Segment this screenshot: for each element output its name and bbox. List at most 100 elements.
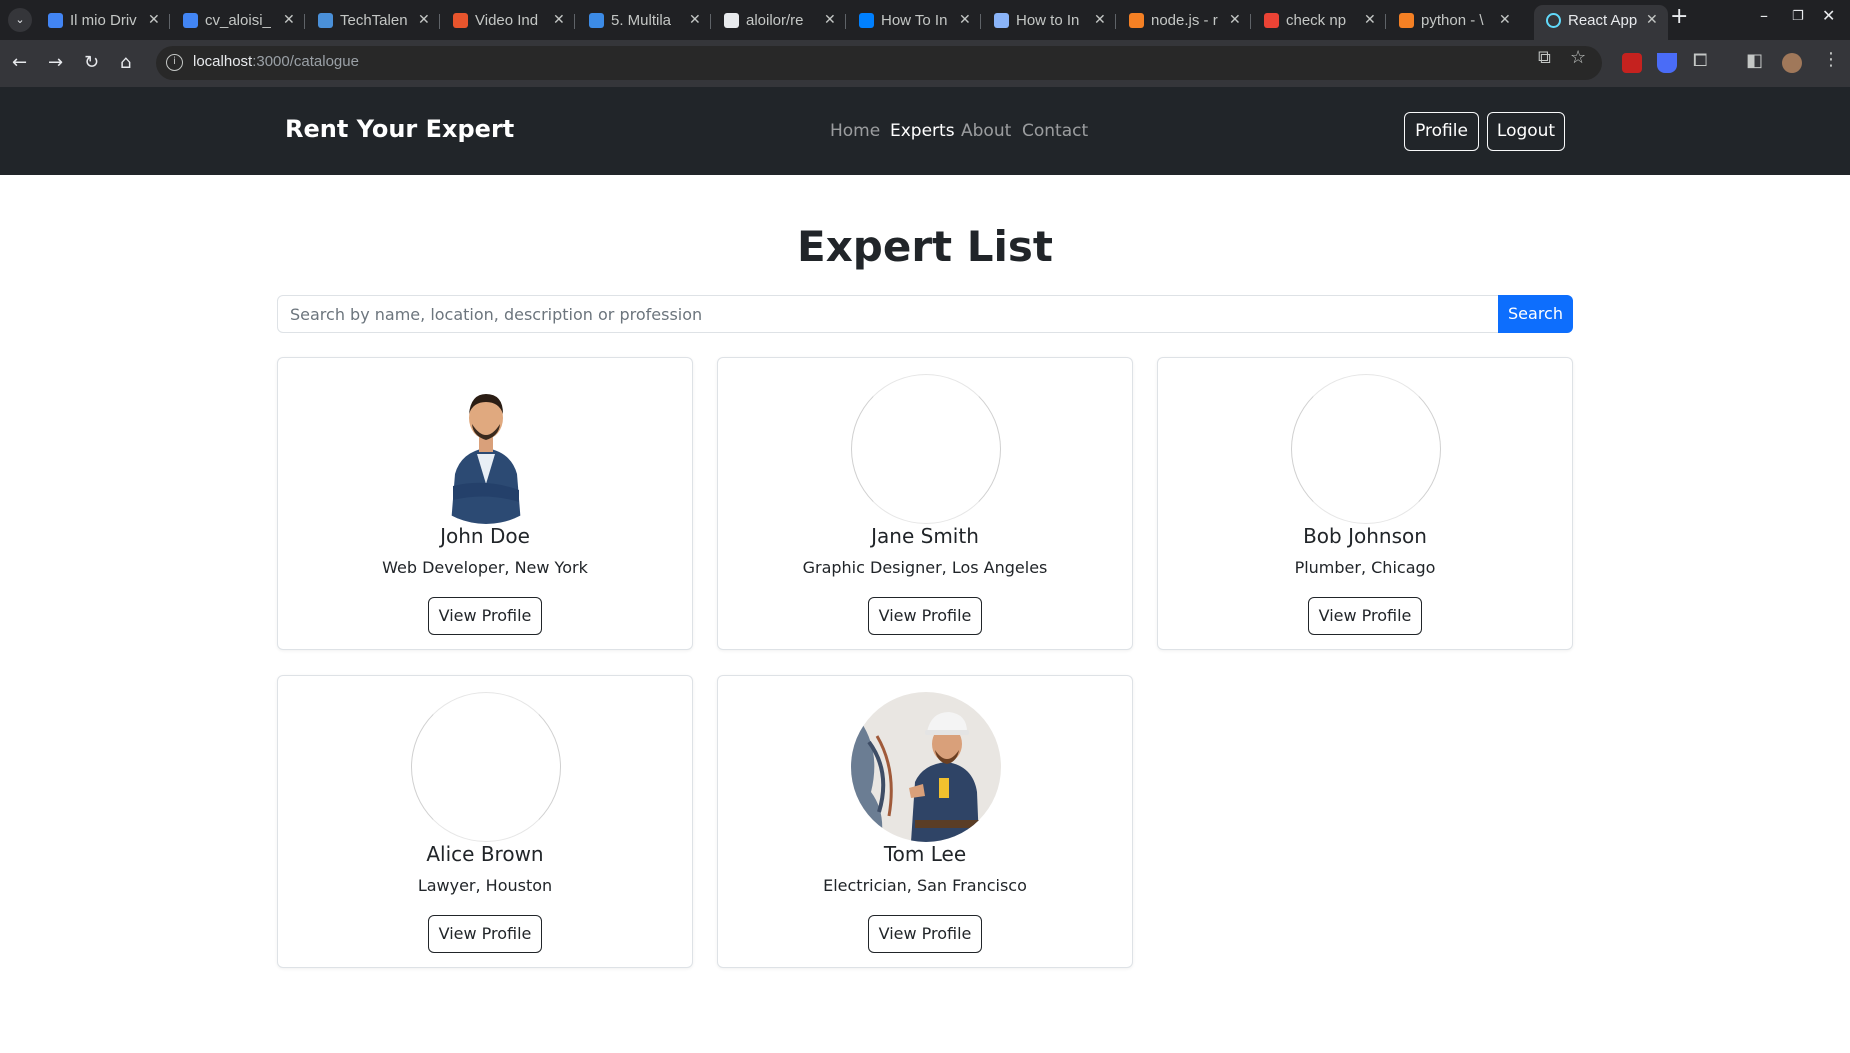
tab-divider [710, 14, 711, 29]
close-tab-icon[interactable]: ✕ [689, 5, 701, 36]
minimize-icon[interactable]: – [1760, 6, 1768, 25]
browser-tab[interactable]: How to In ✕ [982, 5, 1116, 36]
browser-tab[interactable]: TechTalen ✕ [306, 5, 440, 36]
browser-tab-bar: ⌄ Il mio Driv ✕ cv_aloisi_ ✕ TechTalen ✕ Video… [0, 0, 1850, 40]
maximize-icon[interactable]: ❐ [1792, 9, 1804, 24]
notes-icon [589, 13, 604, 28]
tab-title: Il mio Driv [70, 12, 137, 29]
expert-profession-location: Web Developer, New York [382, 558, 588, 577]
close-tab-icon[interactable]: ✕ [148, 5, 160, 36]
address-bar[interactable]: i localhost:3000/catalogue [156, 46, 1602, 80]
close-tab-icon[interactable]: ✕ [553, 5, 565, 36]
tab-search-icon[interactable]: ⌄ [8, 8, 32, 32]
tab-divider [1250, 14, 1251, 29]
close-tab-icon[interactable]: ✕ [1364, 5, 1376, 36]
view-profile-button[interactable]: View Profile [428, 915, 542, 953]
close-tab-icon[interactable]: ✕ [1229, 5, 1241, 36]
stackoverflow-icon [1399, 13, 1414, 28]
browser-tab[interactable]: 5. Multila ✕ [577, 5, 711, 36]
expert-photo [411, 692, 561, 842]
nav-link-home[interactable]: Home [830, 121, 880, 141]
logout-button[interactable]: Logout [1487, 112, 1565, 151]
expert-card: Jane Smith Graphic Designer, Los Angeles… [717, 357, 1133, 650]
tab-title: How to In [1016, 12, 1080, 29]
nav-link-about[interactable]: About [961, 121, 1011, 141]
close-tab-icon[interactable]: ✕ [283, 5, 295, 36]
close-window-icon[interactable]: ✕ [1822, 6, 1835, 25]
search-input[interactable] [277, 295, 1500, 333]
browser-tab[interactable]: Video Ind ✕ [441, 5, 575, 36]
browser-tab[interactable]: check np ✕ [1252, 5, 1386, 36]
laptop-icon [318, 13, 333, 28]
bitwarden-icon[interactable] [1657, 53, 1677, 73]
tab-divider [574, 14, 575, 29]
expert-photo [1291, 374, 1441, 524]
view-profile-button[interactable]: View Profile [868, 597, 982, 635]
user-avatar-icon[interactable] [1782, 53, 1802, 73]
site-info-icon[interactable]: i [166, 54, 183, 71]
back-icon[interactable]: ← [12, 52, 27, 73]
close-tab-icon[interactable]: ✕ [418, 5, 430, 36]
close-tab-icon[interactable]: ✕ [1646, 5, 1658, 36]
browser-tab[interactable]: How To In ✕ [847, 5, 981, 36]
expert-profession-location: Lawyer, Houston [417, 876, 553, 895]
close-tab-icon[interactable]: ✕ [1499, 5, 1511, 36]
tab-title: cv_aloisi_ [205, 12, 271, 29]
google-drive-icon [48, 13, 63, 28]
nav-link-contact[interactable]: Contact [1022, 121, 1088, 141]
chrome-menu-icon[interactable]: ⋮ [1822, 49, 1840, 70]
view-profile-button[interactable]: View Profile [868, 915, 982, 953]
react-icon [1546, 13, 1561, 28]
view-profile-button[interactable]: View Profile [1308, 597, 1422, 635]
browser-tab[interactable]: aloilor/re ✕ [712, 5, 846, 36]
install-app-icon[interactable]: ⧉ [1538, 47, 1551, 68]
expert-name: Bob Johnson [1303, 524, 1427, 548]
expert-profession-location: Plumber, Chicago [1294, 558, 1436, 577]
browser-tab[interactable]: Il mio Driv ✕ [36, 5, 170, 36]
forward-icon[interactable]: → [48, 52, 63, 73]
tab-title: How To In [881, 12, 948, 29]
browser-tab[interactable]: React App ✕ [1534, 5, 1668, 40]
close-tab-icon[interactable]: ✕ [959, 5, 971, 36]
close-tab-icon[interactable]: ✕ [824, 5, 836, 36]
expert-card: Alice Brown Lawyer, Houston View Profile [277, 675, 693, 968]
browser-tab[interactable]: cv_aloisi_ ✕ [171, 5, 305, 36]
expert-card: Bob Johnson Plumber, Chicago View Profil… [1157, 357, 1573, 650]
expert-name: Jane Smith [871, 524, 979, 548]
home-icon[interactable]: ⌂ [120, 52, 131, 73]
video-icon [453, 13, 468, 28]
profile-button[interactable]: Profile [1404, 112, 1479, 151]
tab-title: TechTalen [340, 12, 408, 29]
reload-icon[interactable]: ↻ [84, 52, 99, 73]
tab-divider [1385, 14, 1386, 29]
tab-divider [845, 14, 846, 29]
tab-divider [169, 14, 170, 29]
google-docs-icon [183, 13, 198, 28]
site-navbar: Rent Your Expert Home Experts About Cont… [0, 87, 1850, 175]
search-button[interactable]: Search [1498, 295, 1573, 333]
tab-divider [439, 14, 440, 29]
expert-card: John Doe Web Developer, New York View Pr… [277, 357, 693, 650]
digitalocean-icon [859, 13, 874, 28]
browser-tab[interactable]: node.js - r ✕ [1117, 5, 1251, 36]
extensions-puzzle-icon[interactable]: ⧠ [1693, 50, 1707, 71]
new-tab-button[interactable]: + [1670, 4, 1688, 29]
expert-name: Tom Lee [883, 842, 967, 866]
url-text[interactable]: localhost:3000/catalogue [193, 53, 359, 70]
side-panel-icon[interactable]: ◧ [1746, 50, 1763, 71]
google-icon [1264, 13, 1279, 28]
tab-title: React App [1568, 12, 1638, 29]
nav-link-experts[interactable]: Experts [890, 121, 955, 141]
search-bar: Search [277, 295, 1573, 333]
bookmark-icon [994, 13, 1009, 28]
tab-title: 5. Multila [611, 12, 672, 29]
browser-tab[interactable]: python - \ ✕ [1387, 5, 1521, 36]
close-tab-icon[interactable]: ✕ [1094, 5, 1106, 36]
view-profile-button[interactable]: View Profile [428, 597, 542, 635]
brand-logo[interactable]: Rent Your Expert [285, 115, 514, 143]
bookmark-star-icon[interactable]: ☆ [1570, 47, 1586, 68]
tab-divider [304, 14, 305, 29]
extension-badge-icon[interactable] [1622, 53, 1642, 73]
tab-title: node.js - r [1151, 12, 1218, 29]
github-icon [724, 13, 739, 28]
